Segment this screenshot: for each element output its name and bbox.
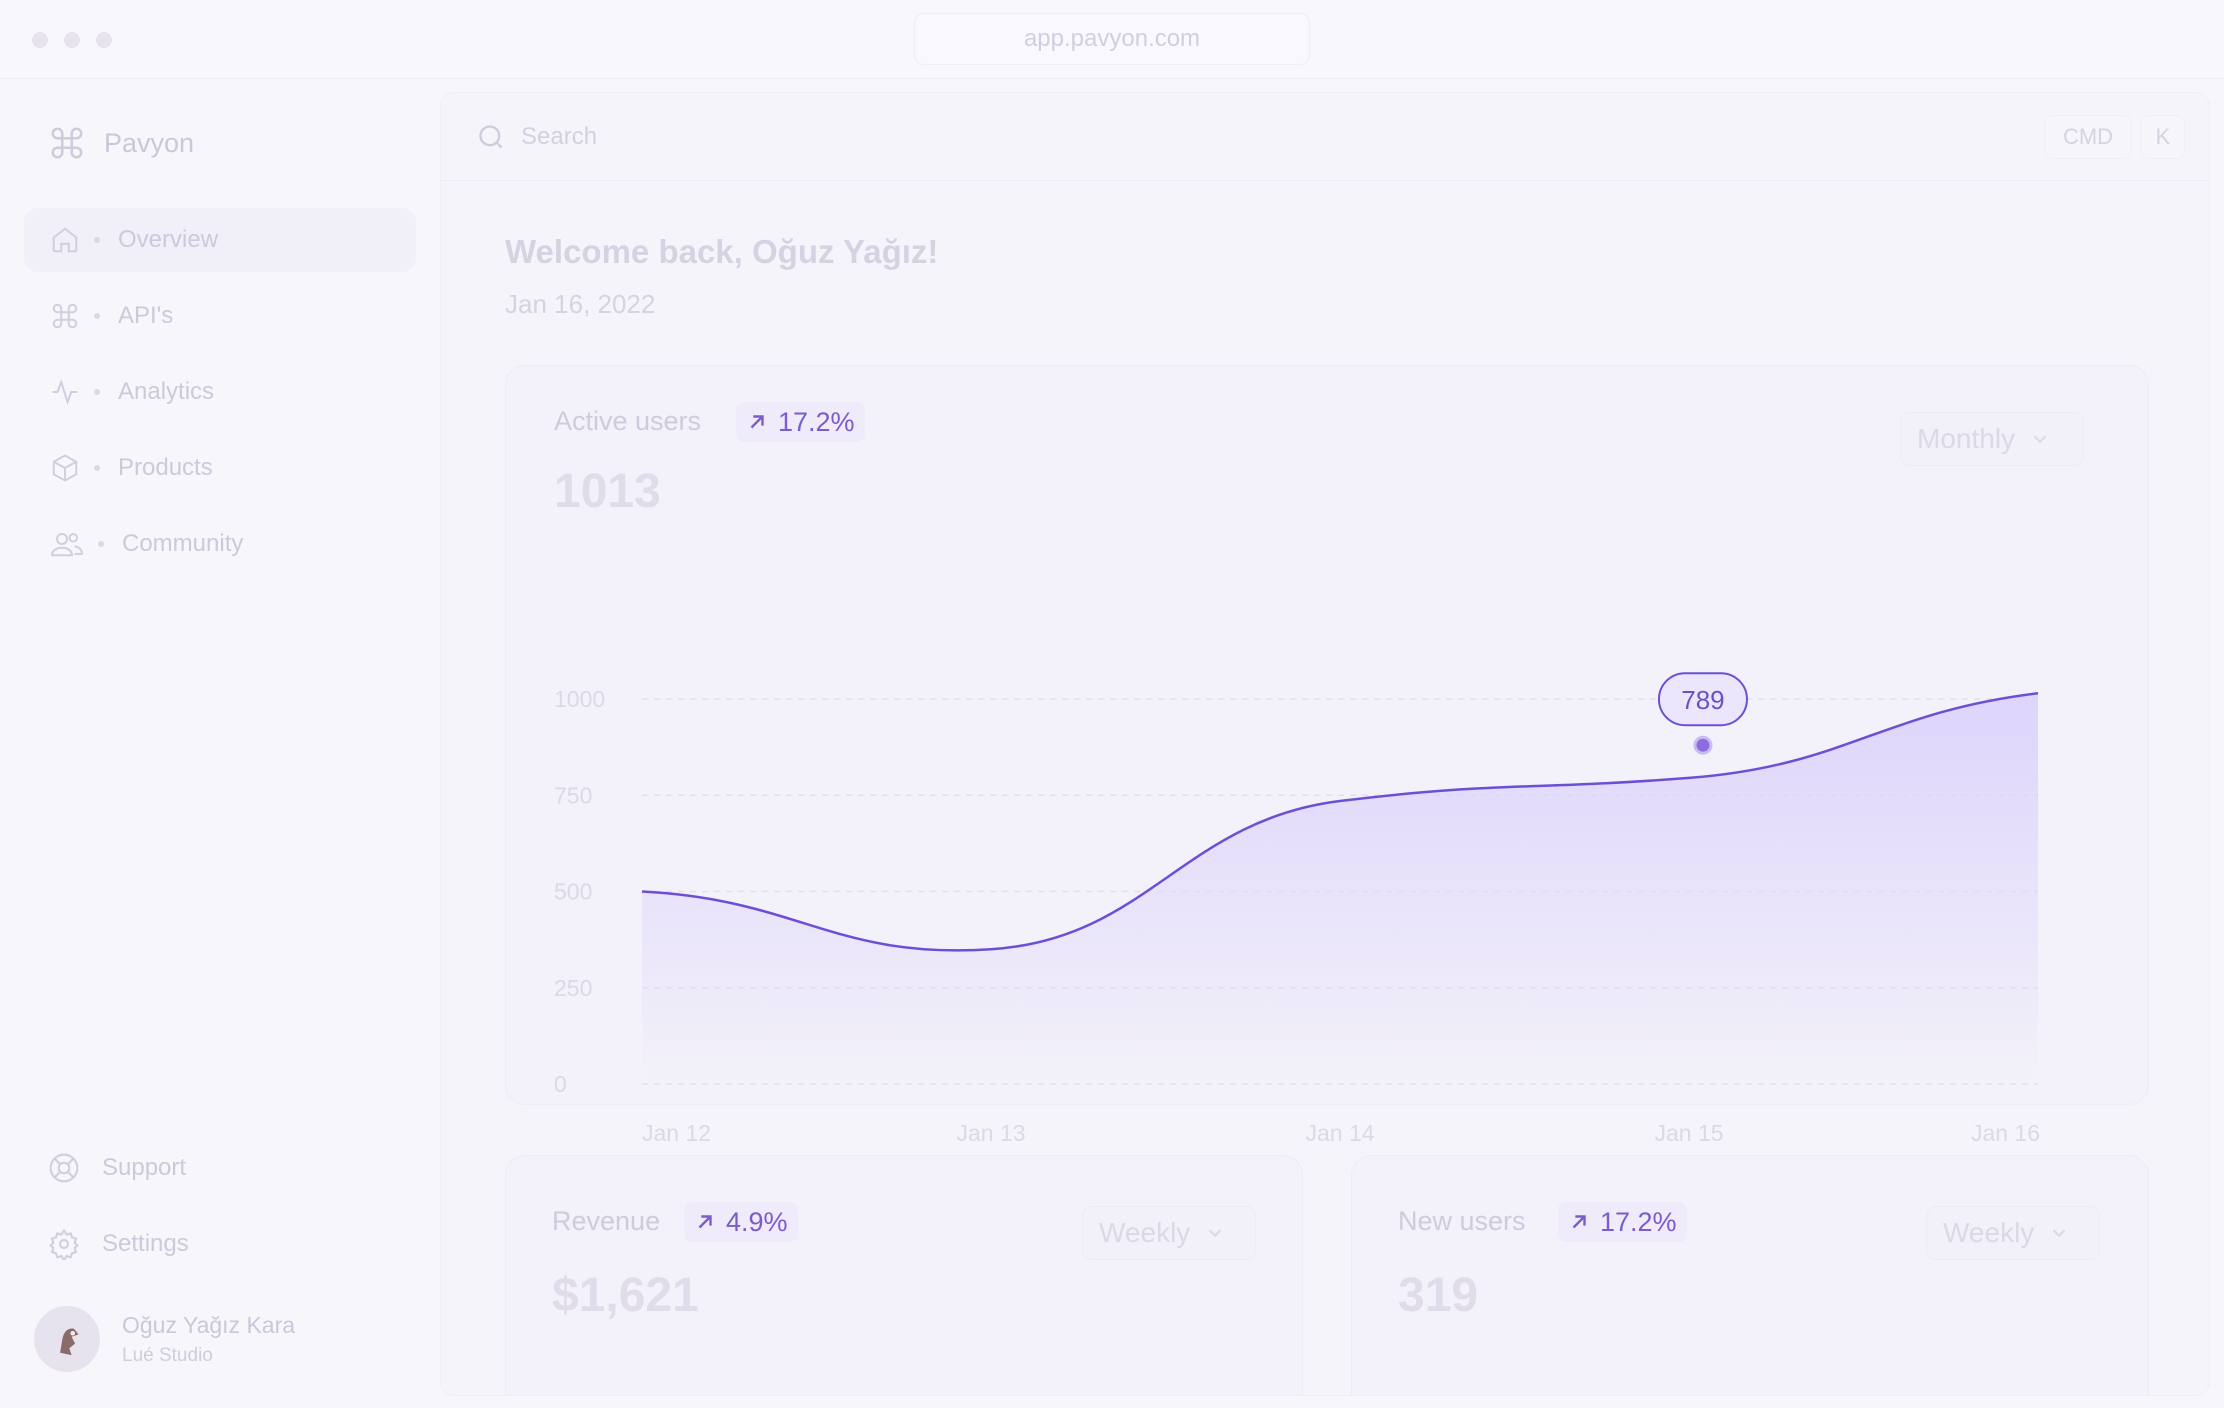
card-title: Revenue [552,1206,661,1236]
sidebar-item-apis[interactable]: API's [24,284,416,348]
y-tick-label: 250 [554,975,592,1001]
new-users-value: 319 [1398,1269,1479,1322]
search-bar[interactable]: Search [441,93,2209,181]
url-bar[interactable]: app.pavyon.com [914,13,1310,65]
users-icon [50,533,84,557]
gear-icon [49,1228,79,1260]
change-badge: 4.9% [684,1202,798,1242]
y-tick-label: 0 [554,1071,567,1097]
new-users-card: New users 17.2% 319 Weekly [1351,1155,2149,1395]
x-tick-label: Jan 13 [956,1120,1025,1146]
user-company: Lué Studio [122,1344,213,1366]
command-icon [51,127,83,159]
search-icon [479,124,503,148]
sidebar-item-label: Overview [118,226,219,253]
highlight-point [1693,735,1713,755]
period-value: Weekly [1099,1217,1191,1248]
x-tick-label: Jan 15 [1654,1120,1723,1146]
change-badge: 17.2% [1558,1202,1687,1242]
change-value: 17.2% [1600,1206,1677,1237]
avatar-illustration [60,1328,79,1356]
page-date: Jan 16, 2022 [505,289,656,319]
sidebar-item-settings[interactable]: Settings [48,1224,428,1264]
brand[interactable]: Pavyon [48,124,194,162]
maximize-window-button[interactable] [96,32,112,48]
sidebar-item-label: Community [122,530,244,557]
sidebar-item-community[interactable]: Community [24,512,416,576]
period-select[interactable]: Weekly [1926,1206,2100,1260]
nav-bullet [94,237,100,243]
nav-bullet [94,389,100,395]
sidebar-footer-settings: Settings [48,1224,428,1264]
period-select[interactable]: Weekly [1082,1206,1256,1260]
period-value: Weekly [1943,1217,2035,1248]
y-tick-label: 750 [554,782,592,808]
sidebar-item-overview[interactable]: Overview [24,208,416,272]
box-icon [52,454,78,482]
minimize-window-button[interactable] [64,32,80,48]
change-value: 4.9% [726,1206,788,1237]
revenue-value: $1,621 [552,1269,699,1322]
sidebar-item-label: API's [118,302,174,329]
home-icon [52,227,78,253]
x-tick-label: Jan 12 [642,1120,711,1146]
sidebar-item-label: Analytics [118,378,215,405]
sidebar-item-support[interactable]: Support [48,1148,428,1188]
sidebar-item-label: Products [118,454,213,481]
y-tick-label: 500 [554,879,592,905]
chevron-down-icon [2053,1229,2066,1238]
x-tick-label: Jan 16 [1971,1120,2040,1146]
card-title: New users [1398,1206,1526,1236]
series-area [642,693,2038,1084]
sidebar: Pavyon Overview API's Analytics Products… [0,80,440,1408]
arrow-up-right-icon [698,1215,712,1229]
sidebar-item-label: Settings [102,1230,189,1257]
shortcut-key-k: K [2141,115,2185,159]
active-users-card: Active users 17.2% 1013 Monthly 0 250 500 7… [505,365,2149,1146]
tooltip-value: 789 [1681,685,1724,715]
user-profile[interactable]: Oğuz Yağız Kara Lué Studio [34,1306,295,1372]
window-controls [32,32,112,48]
lifebuoy-icon [49,1153,79,1183]
chevron-down-icon [1209,1229,1222,1238]
sidebar-item-products[interactable]: Products [24,436,416,500]
activity-icon [52,378,78,406]
close-window-button[interactable] [32,32,48,48]
shortcut-key-cmd: CMD [2045,115,2131,159]
nav-bullet [94,313,100,319]
brand-name: Pavyon [104,127,195,158]
arrow-up-right-icon [1572,1215,1586,1229]
sidebar-nav: Overview API's Analytics Products Commun… [24,208,416,588]
command-icon [52,303,78,329]
search-input[interactable]: Search [521,123,597,151]
y-tick-label: 1000 [554,686,605,712]
nav-bullet [94,465,100,471]
revenue-card: Revenue 4.9% $1,621 Weekly [505,1155,1303,1395]
sidebar-item-analytics[interactable]: Analytics [24,360,416,424]
page-title: Welcome back, Oğuz Yağız! [505,233,939,270]
user-name: Oğuz Yağız Kara [122,1311,296,1338]
main-panel: Search CMD K Welcome back, Oğuz Yağız! J… [440,92,2210,1396]
x-tick-label: Jan 14 [1305,1120,1374,1146]
nav-bullet [98,541,104,547]
avatar [34,1306,100,1372]
sidebar-item-label: Support [102,1154,187,1181]
sidebar-footer: Support [48,1148,428,1188]
window-titlebar: app.pavyon.com [0,0,2224,79]
active-users-chart: 0 250 500 750 1000 Jan 12 Jan 13 Jan 14 Jan 15 Ja… [554,672,2040,1146]
